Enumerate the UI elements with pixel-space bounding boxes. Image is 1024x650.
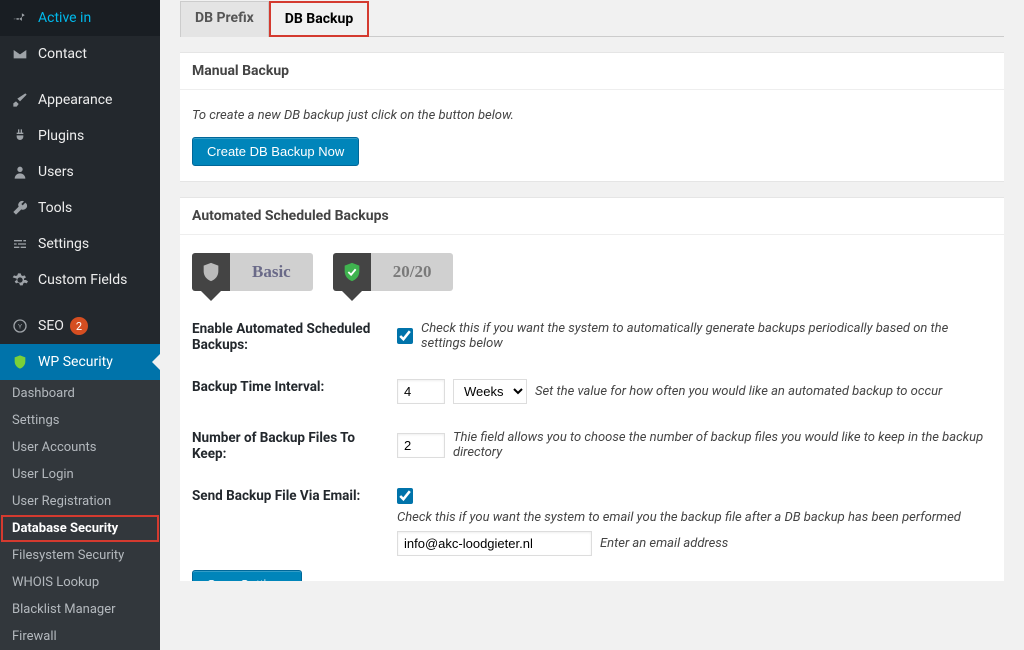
sidebar-item-seo[interactable]: Y SEO 2 [0,308,160,344]
panel-title-manual: Manual Backup [180,53,1004,90]
enable-auto-help: Check this if you want the system to aut… [421,321,992,351]
sidebar-item-label: Users [38,164,74,180]
sidebar-item-label: Active in [38,10,91,26]
mail-icon [10,44,30,64]
tab-db-prefix[interactable]: DB Prefix [180,1,269,37]
badge-basic: Basic [192,253,313,291]
row-email: Send Backup File Via Email: Check this i… [192,488,992,556]
sidebar-sub-whois-lookup[interactable]: WHOIS Lookup [0,569,160,596]
sidebar-item-label: Appearance [38,92,112,108]
sidebar-sub-settings[interactable]: Settings [0,407,160,434]
interval-value-input[interactable] [397,379,445,404]
interval-unit-select[interactable]: Weeks [453,379,527,404]
sidebar-item-contact[interactable]: Contact [0,36,160,72]
security-badges: Basic 20/20 [192,243,992,301]
shield-green-icon [333,253,371,291]
sidebar-sub-database-security[interactable]: Database Security [0,515,160,542]
sidebar-item-label: WP Security [38,354,113,370]
badge-score: 20/20 [333,253,454,291]
sidebar-sub-blacklist-manager[interactable]: Blacklist Manager [0,596,160,623]
sidebar-item-label: Custom Fields [38,272,127,288]
sidebar-item-label: Tools [38,200,72,216]
sidebar-item-label: Contact [38,46,87,62]
sidebar-sub-firewall[interactable]: Firewall [0,623,160,650]
save-settings-button[interactable]: Save Settings [192,570,302,581]
sidebar-item-tools[interactable]: Tools [0,190,160,226]
email-checkbox[interactable] [397,488,413,504]
row-interval: Backup Time Interval: Weeks Set the valu… [192,379,992,404]
sidebar-item-appearance[interactable]: Appearance [0,82,160,118]
sidebar-item-label: Settings [38,236,89,252]
sidebar-item-label: SEO [38,318,64,334]
sidebar-sub-user-registration[interactable]: User Registration [0,488,160,515]
sidebar-sub-user-login[interactable]: User Login [0,461,160,488]
shield-grey-icon [192,253,230,291]
row-keep: Number of Backup Files To Keep: Thie fie… [192,430,992,462]
admin-sidebar: Active in Contact Appearance Plugins Use… [0,0,160,581]
users-icon [10,162,30,182]
keep-value-input[interactable] [397,433,445,458]
sliders-icon [10,234,30,254]
svg-text:Y: Y [18,323,22,331]
shield-icon [10,352,30,372]
tab-db-backup[interactable]: DB Backup [269,1,369,37]
sidebar-sub-filesystem-security[interactable]: Filesystem Security [0,542,160,569]
email-address-input[interactable] [397,531,592,556]
email-help: Check this if you want the system to ema… [397,510,992,525]
sidebar-item-plugins[interactable]: Plugins [0,118,160,154]
tab-bar: DB Prefix DB Backup [180,0,1004,37]
panel-auto-backup: Automated Scheduled Backups Basic 20/20 [180,197,1004,581]
interval-help: Set the value for how often you would li… [535,384,992,399]
sidebar-item-label: Plugins [38,128,84,144]
sidebar-item-wp-security[interactable]: WP Security [0,344,160,380]
manual-note: To create a new DB backup just click on … [192,108,992,123]
create-backup-button[interactable]: Create DB Backup Now [192,137,359,166]
enable-auto-checkbox[interactable] [397,328,413,344]
plug-icon [10,126,30,146]
sidebar-item-active-in[interactable]: Active in [0,0,160,36]
sidebar-sub-dashboard[interactable]: Dashboard [0,380,160,407]
sidebar-item-users[interactable]: Users [0,154,160,190]
seo-icon: Y [10,316,30,336]
sidebar-item-settings[interactable]: Settings [0,226,160,262]
pin-icon [10,8,30,28]
sidebar-item-custom-fields[interactable]: Custom Fields [0,262,160,298]
email-placeholder-help: Enter an email address [600,536,992,551]
sidebar-sub-user-accounts[interactable]: User Accounts [0,434,160,461]
seo-badge: 2 [70,317,88,335]
main-content: DB Prefix DB Backup Manual Backup To cre… [160,0,1024,581]
wrench-icon [10,198,30,218]
gear-icon [10,270,30,290]
brush-icon [10,90,30,110]
row-enable-auto: Enable Automated Scheduled Backups: Chec… [192,321,992,353]
panel-manual-backup: Manual Backup To create a new DB backup … [180,52,1004,182]
panel-title-auto: Automated Scheduled Backups [180,198,1004,235]
keep-help: Thie field allows you to choose the numb… [453,430,992,460]
